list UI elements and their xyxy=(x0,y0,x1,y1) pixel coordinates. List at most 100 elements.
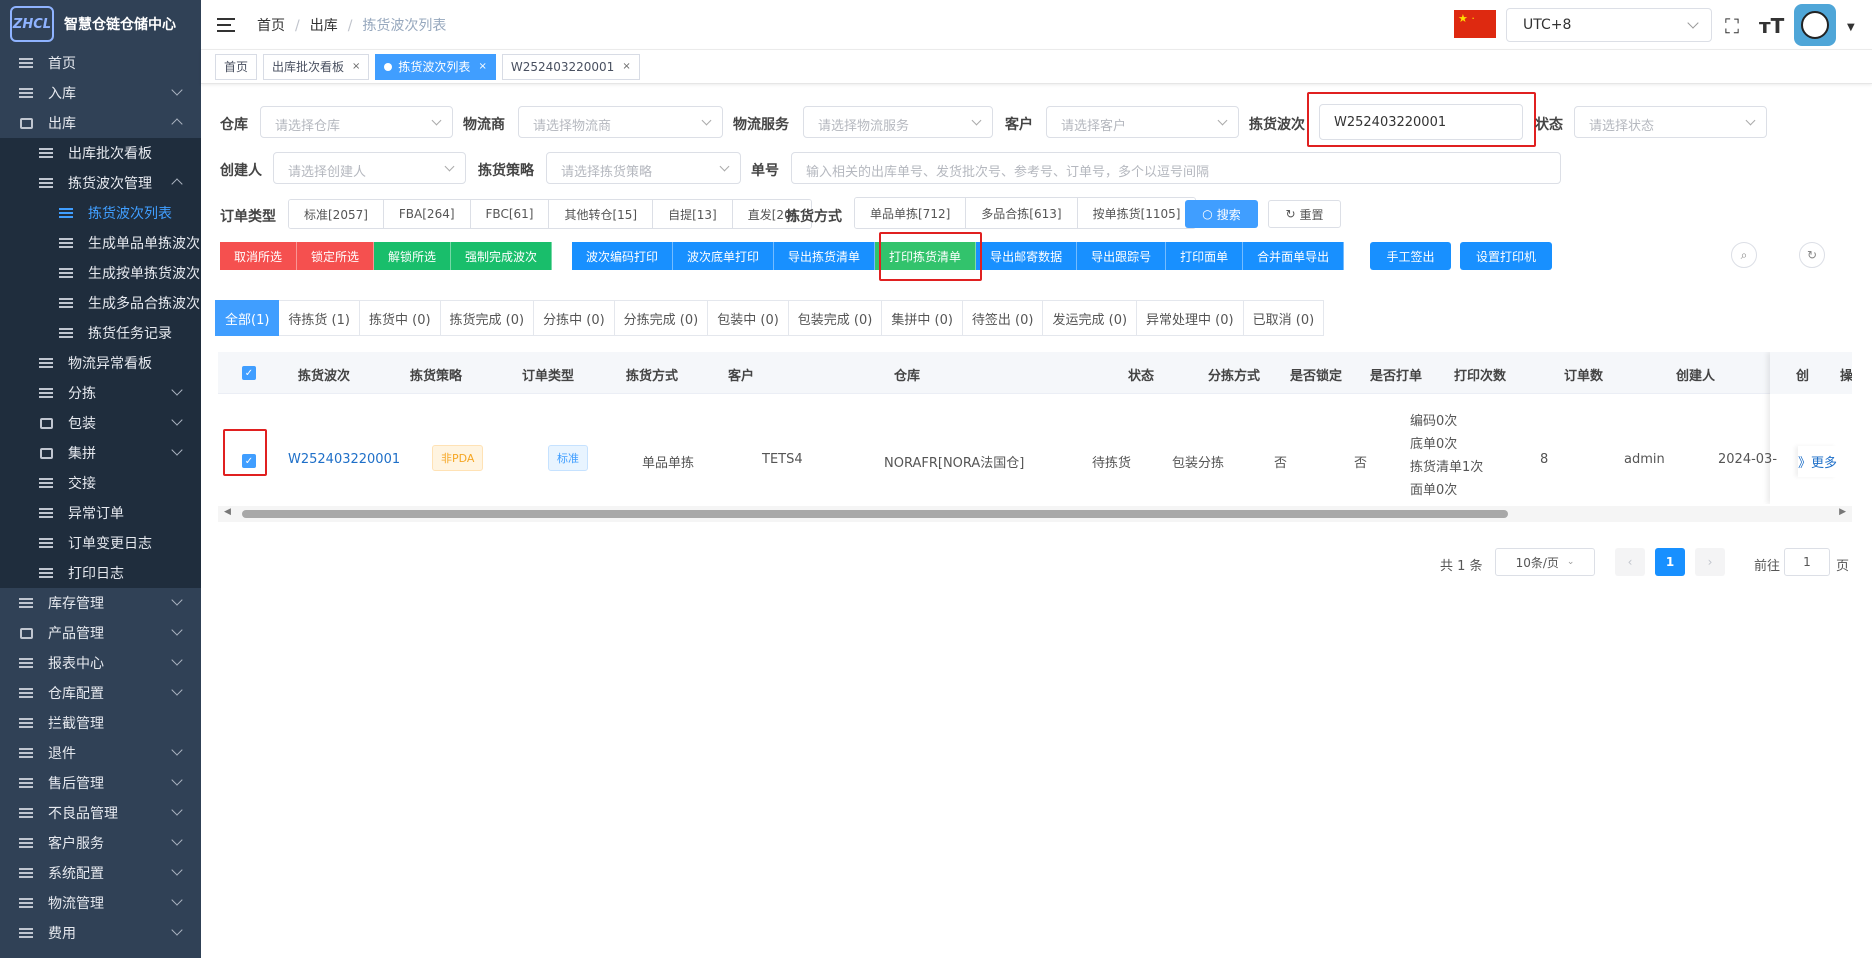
action1-button-3[interactable]: 强制完成波次 xyxy=(451,242,553,270)
status-tab-7[interactable]: 包装完成 (0) xyxy=(788,300,883,336)
orderno-input[interactable]: 输入相关的出库单号、发货批次号、参考号、订单号，多个以逗号间隔 xyxy=(791,152,1561,184)
action1-button-1[interactable]: 锁定所选 xyxy=(297,242,375,270)
fullscreen-icon[interactable]: ⛶ xyxy=(1725,14,1739,38)
pickmode-option-1[interactable]: 多品合拣[613] xyxy=(966,198,1078,228)
close-icon[interactable]: × xyxy=(478,61,486,72)
action2-button-5[interactable]: 导出跟踪号 xyxy=(1077,242,1167,270)
warehouse-select[interactable]: 请选择仓库 xyxy=(260,106,453,138)
hamburger-icon[interactable] xyxy=(217,17,235,32)
sidebar-item-1[interactable]: 入库 xyxy=(0,78,201,108)
sidebar-item-5[interactable]: 拣货波次列表 xyxy=(0,198,201,228)
search-button[interactable]: ○ 搜索 xyxy=(1185,200,1258,228)
sidebar-item-10[interactable]: 物流异常看板 xyxy=(0,348,201,378)
sidebar-item-12[interactable]: 包装 xyxy=(0,408,201,438)
ordertype-option-1[interactable]: FBA[264] xyxy=(383,200,471,228)
refresh-icon[interactable]: ↻ xyxy=(1799,242,1825,268)
action2-button-2[interactable]: 导出拣货清单 xyxy=(774,242,876,270)
ordertype-option-2[interactable]: FBC[61] xyxy=(470,200,550,228)
sidebar-item-6[interactable]: 生成单品单拣波次 xyxy=(0,228,201,258)
page-size-select[interactable]: 10条/页 ⌄ xyxy=(1495,548,1595,576)
sidebar-item-25[interactable]: 不良品管理 xyxy=(0,798,201,828)
tab-tag-2[interactable]: 拣货波次列表 × xyxy=(375,53,496,80)
action2-button-7[interactable]: 合并面单导出 xyxy=(1243,242,1345,270)
status-tab-5[interactable]: 分拣完成 (0) xyxy=(614,300,709,336)
manual-out-button[interactable]: 手工签出 xyxy=(1370,242,1451,270)
sidebar-item-2[interactable]: 出库 xyxy=(0,108,201,138)
tab-tag-3[interactable]: W252403220001 × xyxy=(501,53,640,80)
goto-input[interactable]: 1 xyxy=(1784,548,1830,576)
status-tab-1[interactable]: 待拣货 (1) xyxy=(279,300,360,336)
close-icon[interactable]: × xyxy=(352,61,360,72)
sidebar-item-14[interactable]: 交接 xyxy=(0,468,201,498)
crumb-home[interactable]: 首页 xyxy=(257,18,285,34)
sidebar-item-13[interactable]: 集拼 xyxy=(0,438,201,468)
sidebar-item-15[interactable]: 异常订单 xyxy=(0,498,201,528)
pickmode-option-0[interactable]: 单品单拣[712] xyxy=(855,198,967,228)
action2-button-6[interactable]: 打印面单 xyxy=(1166,242,1244,270)
customer-select[interactable]: 请选择客户 xyxy=(1046,106,1239,138)
action2-button-0[interactable]: 波次编码打印 xyxy=(572,242,674,270)
more-link[interactable]: 》更多 xyxy=(1798,446,1838,477)
sidebar-item-28[interactable]: 物流管理 xyxy=(0,888,201,918)
pickmode-option-2[interactable]: 按单拣货[1105] xyxy=(1077,198,1196,228)
status-tab-0[interactable]: 全部(1) xyxy=(215,300,280,336)
ordertype-option-3[interactable]: 其他转仓[15] xyxy=(549,200,654,228)
select-all-checkbox[interactable]: ✓ xyxy=(242,366,256,380)
sidebar-item-20[interactable]: 报表中心 xyxy=(0,648,201,678)
tab-tag-1[interactable]: 出库批次看板 × xyxy=(263,53,370,80)
wave-link[interactable]: W252403220001 xyxy=(288,452,400,467)
service-select[interactable]: 请选择物流服务 xyxy=(803,106,993,138)
sidebar-item-3[interactable]: 出库批次看板 xyxy=(0,138,201,168)
font-size-icon[interactable]: ᴛT xyxy=(1759,14,1784,38)
action1-button-2[interactable]: 解锁所选 xyxy=(374,242,452,270)
status-tab-9[interactable]: 待签出 (0) xyxy=(962,300,1044,336)
status-tab-8[interactable]: 集拼中 (0) xyxy=(882,300,963,336)
ordertype-option-4[interactable]: 自提[13] xyxy=(653,200,733,228)
sidebar-item-7[interactable]: 生成按单拣货波次 xyxy=(0,258,201,288)
sidebar-item-11[interactable]: 分拣 xyxy=(0,378,201,408)
sidebar-item-19[interactable]: 产品管理 xyxy=(0,618,201,648)
page-1-button[interactable]: 1 xyxy=(1655,548,1685,576)
sidebar-item-23[interactable]: 退件 xyxy=(0,738,201,768)
sidebar-item-29[interactable]: 费用 xyxy=(0,918,201,948)
search-icon[interactable]: ⌕ xyxy=(1731,242,1757,268)
china-flag-icon[interactable]: ★ · xyxy=(1454,10,1496,38)
status-tab-2[interactable]: 拣货中 (0) xyxy=(359,300,441,336)
carrier-select[interactable]: 请选择物流商 xyxy=(518,106,723,138)
caret-down-icon[interactable]: ▼ xyxy=(1847,22,1855,33)
avatar[interactable] xyxy=(1794,4,1836,46)
strategy-select[interactable]: 请选择拣货策略 xyxy=(546,152,741,184)
status-select[interactable]: 请选择状态 xyxy=(1574,106,1767,138)
status-tab-11[interactable]: 异常处理中 (0) xyxy=(1137,300,1244,336)
action2-button-4[interactable]: 导出邮寄数据 xyxy=(976,242,1078,270)
sidebar-item-0[interactable]: 首页 xyxy=(0,48,201,78)
creator-select[interactable]: 请选择创建人 xyxy=(273,152,466,184)
ordertype-option-0[interactable]: 标准[2057] xyxy=(289,200,384,228)
sidebar-item-18[interactable]: 库存管理 xyxy=(0,588,201,618)
action2-button-1[interactable]: 波次底单打印 xyxy=(673,242,775,270)
set-printer-button[interactable]: 设置打印机 xyxy=(1460,242,1552,270)
status-tab-3[interactable]: 拣货完成 (0) xyxy=(440,300,535,336)
next-page-button[interactable]: › xyxy=(1695,548,1725,576)
sidebar-item-17[interactable]: 打印日志 xyxy=(0,558,201,588)
horizontal-scrollbar[interactable]: ◀ ▶ xyxy=(218,506,1852,522)
action1-button-0[interactable]: 取消所选 xyxy=(220,242,298,270)
tab-tag-0[interactable]: 首页 xyxy=(215,53,258,80)
sidebar-item-4[interactable]: 拣货波次管理 xyxy=(0,168,201,198)
sidebar-item-24[interactable]: 售后管理 xyxy=(0,768,201,798)
sidebar-item-16[interactable]: 订单变更日志 xyxy=(0,528,201,558)
sidebar-item-9[interactable]: 拣货任务记录 xyxy=(0,318,201,348)
sidebar-item-22[interactable]: 拦截管理 xyxy=(0,708,201,738)
sidebar-item-27[interactable]: 系统配置 xyxy=(0,858,201,888)
prev-page-button[interactable]: ‹ xyxy=(1615,548,1645,576)
timezone-select[interactable]: UTC+8 xyxy=(1506,8,1712,42)
sidebar-item-8[interactable]: 生成多品合拣波次 xyxy=(0,288,201,318)
sidebar-item-21[interactable]: 仓库配置 xyxy=(0,678,201,708)
close-icon[interactable]: × xyxy=(622,61,630,72)
crumb-outbound[interactable]: 出库 xyxy=(310,18,338,34)
status-tab-4[interactable]: 分拣中 (0) xyxy=(534,300,615,336)
scrollbar-thumb[interactable] xyxy=(242,510,1508,518)
sidebar-item-26[interactable]: 客户服务 xyxy=(0,828,201,858)
status-tab-10[interactable]: 发运完成 (0) xyxy=(1043,300,1138,336)
status-tab-6[interactable]: 包装中 (0) xyxy=(708,300,789,336)
